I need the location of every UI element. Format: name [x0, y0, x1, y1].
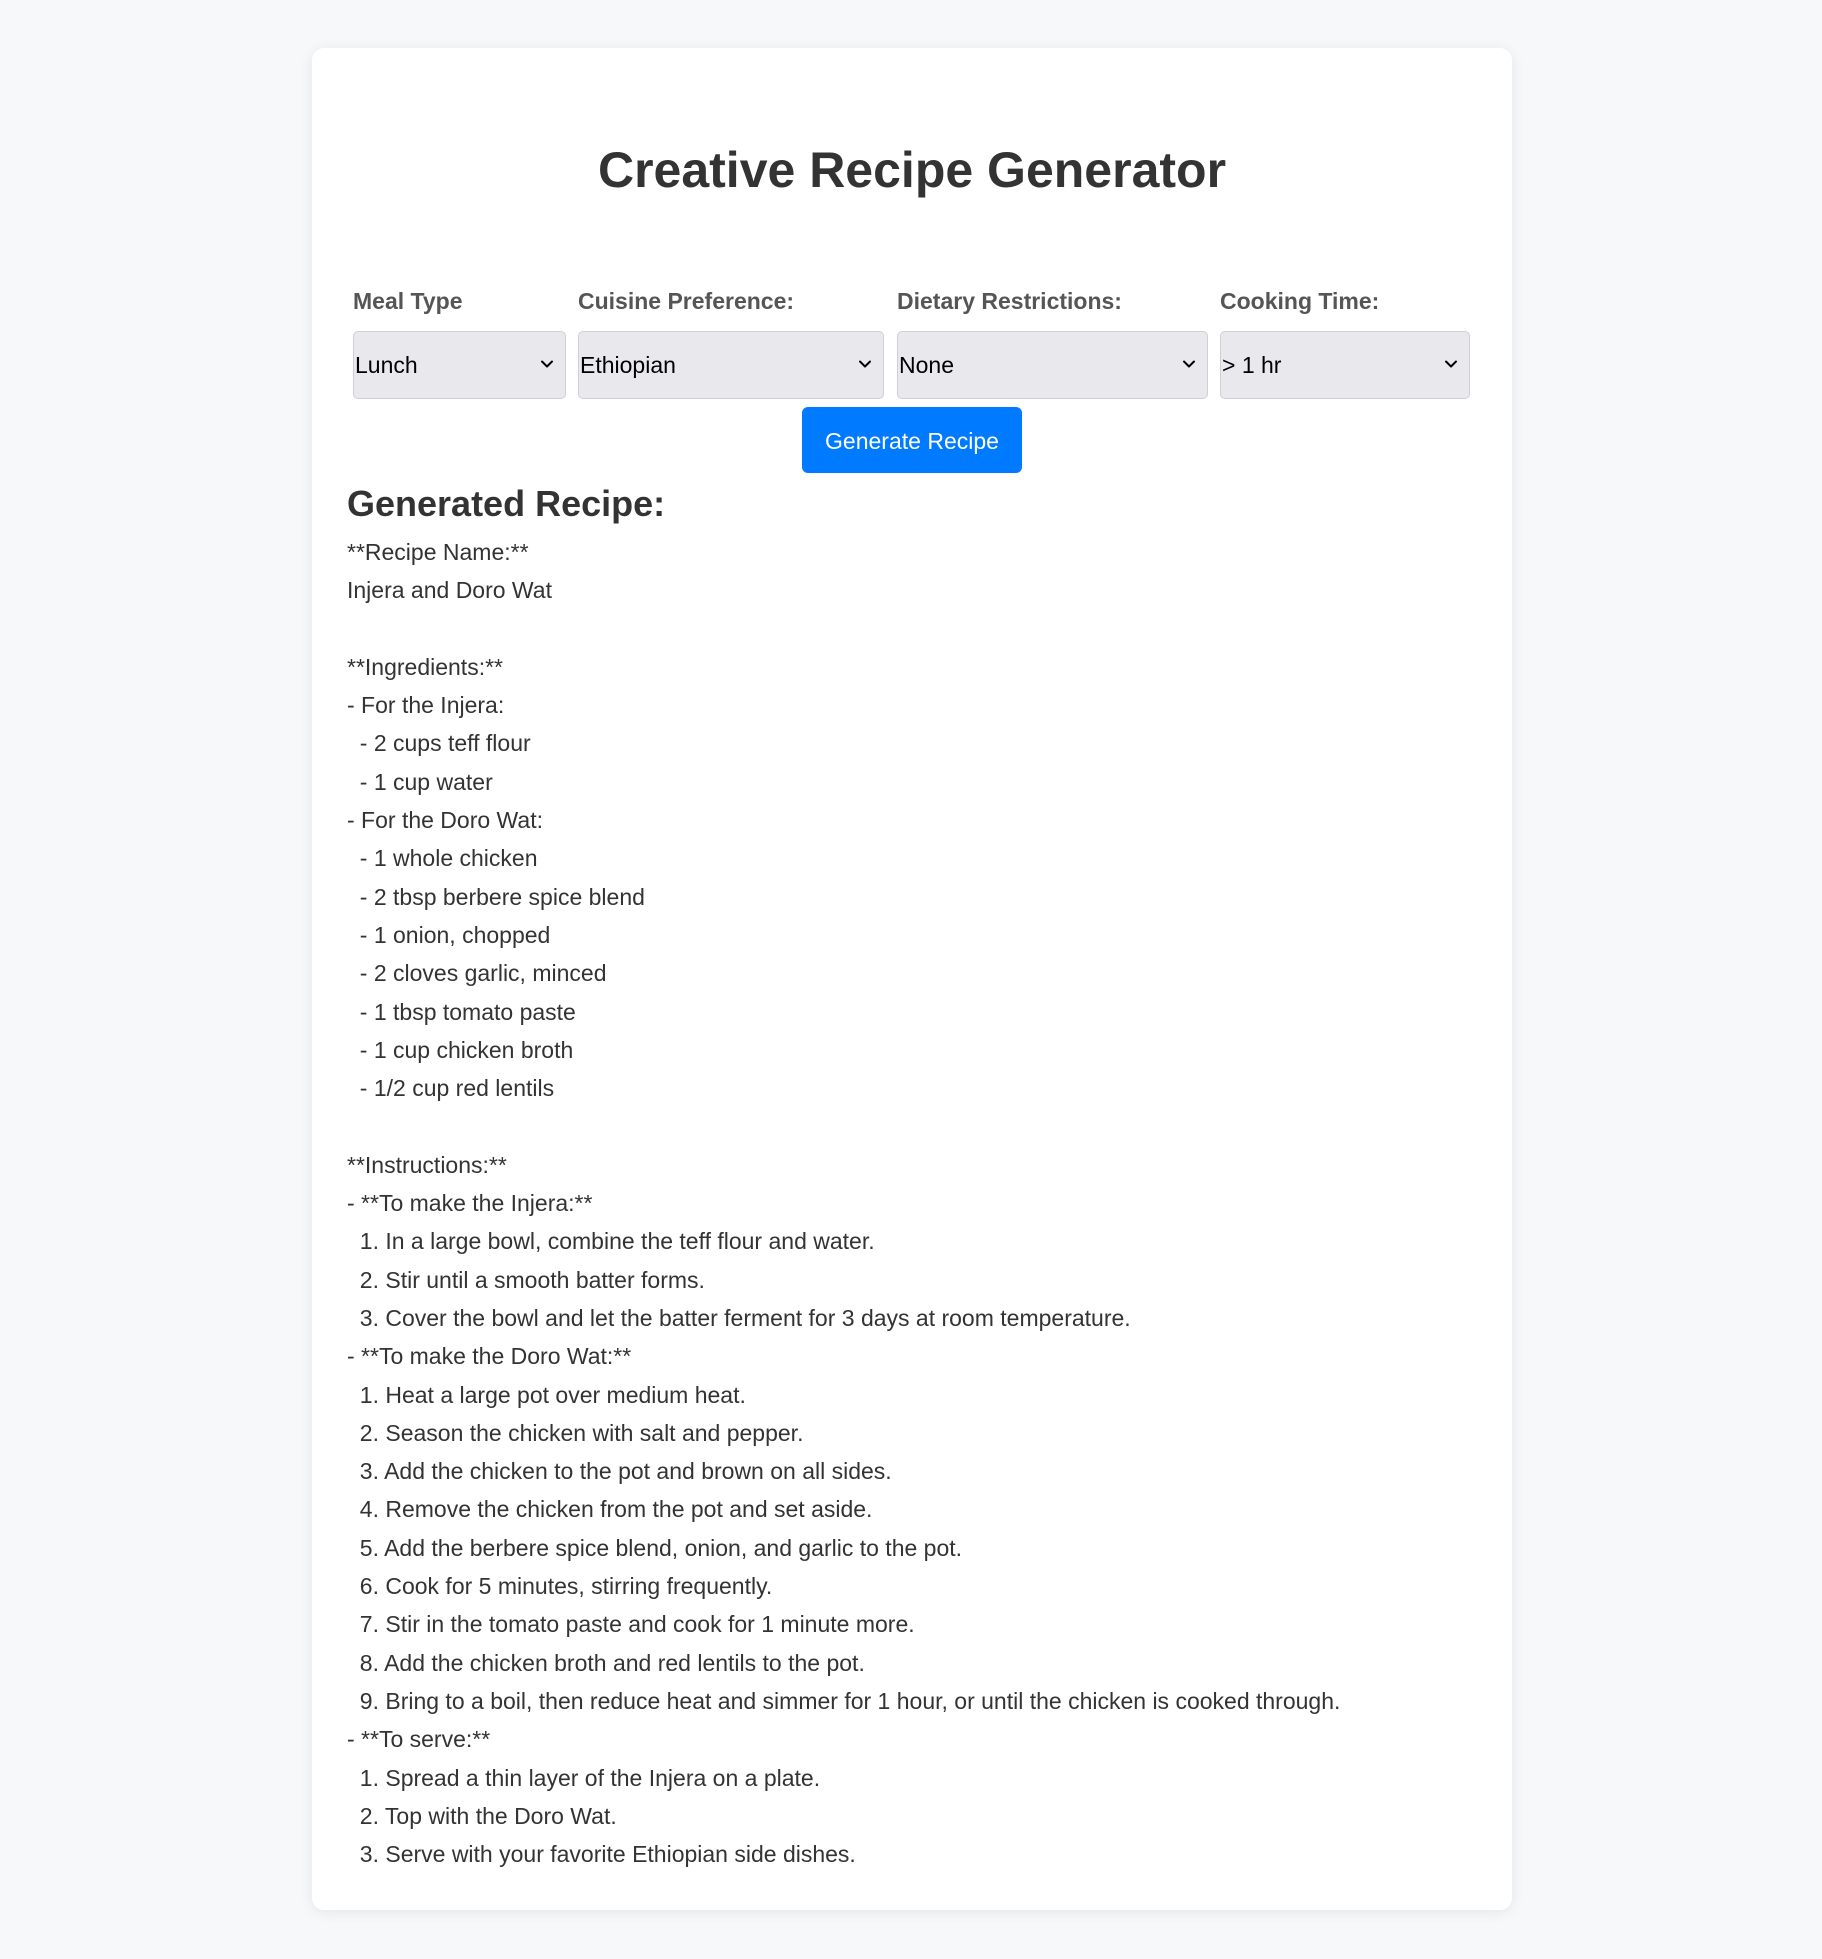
recipe-line: - 2 cloves garlic, minced: [347, 960, 607, 987]
recipe-line: 1. Spread a thin layer of the Injera on …: [347, 1764, 821, 1791]
meal-type-select[interactable]: Lunch: [353, 331, 566, 399]
meal-type-field: Meal Type Lunch: [353, 281, 566, 399]
recipe-line: 5. Add the berbere spice blend, onion, a…: [347, 1534, 963, 1561]
cooking-time-label: Cooking Time:: [1220, 288, 1380, 314]
recipe-line: 9. Bring to a boil, then reduce heat and…: [347, 1687, 1341, 1714]
recipe-line: 3. Serve with your favorite Ethiopian si…: [347, 1841, 856, 1868]
recipe-line: - **To make the Injera:**: [347, 1190, 593, 1217]
cooking-time-field: Cooking Time: > 1 hr: [1220, 281, 1470, 399]
recipe-line: - 2 tbsp berbere spice blend: [347, 883, 645, 910]
recipe-line: Injera and Doro Wat: [347, 577, 552, 604]
cooking-time-select[interactable]: > 1 hr: [1220, 331, 1470, 399]
recipe-line: - 2 cups teff flour: [347, 730, 531, 757]
meal-type-value: Lunch: [355, 352, 418, 378]
dietary-value: None: [899, 352, 954, 378]
recipe-line: 3. Cover the bowl and let the batter fer…: [347, 1304, 1131, 1331]
recipe-line: **Recipe Name:**: [347, 539, 529, 565]
recipe-line: [347, 610, 1477, 648]
recipe-line: 4. Remove the chicken from the pot and s…: [347, 1496, 873, 1523]
cuisine-value: Ethiopian: [580, 352, 676, 378]
generated-recipe-heading: Generated Recipe:: [347, 483, 666, 524]
recipe-line: 2. Stir until a smooth batter forms.: [347, 1266, 705, 1293]
generate-recipe-button[interactable]: Generate Recipe: [802, 407, 1022, 473]
recipe-line: 3. Add the chicken to the pot and brown …: [347, 1458, 892, 1485]
recipe-line: 8. Add the chicken broth and red lentils…: [347, 1649, 865, 1676]
recipe-line: 2. Top with the Doro Wat.: [347, 1802, 617, 1829]
chevron-down-icon: [1183, 360, 1195, 368]
recipe-line: 2. Season the chicken with salt and pepp…: [347, 1419, 804, 1446]
recipe-line: - **To make the Doro Wat:**: [347, 1343, 632, 1370]
recipe-output: **Recipe Name:** Injera and Doro Wat **Ing…: [347, 533, 1477, 1873]
recipe-line: **Instructions:**: [347, 1151, 507, 1178]
dietary-label: Dietary Restrictions:: [897, 288, 1122, 314]
recipe-card: Creative Recipe Generator Meal Type Lunc…: [312, 48, 1512, 1910]
chevron-down-icon: [859, 360, 871, 368]
recipe-line: - 1 cup chicken broth: [347, 1036, 574, 1063]
cuisine-select[interactable]: Ethiopian: [578, 331, 884, 399]
recipe-line: 7. Stir in the tomato paste and cook for…: [347, 1611, 915, 1638]
cooking-time-value: > 1 hr: [1222, 352, 1282, 378]
recipe-line: - 1/2 cup red lentils: [347, 1075, 555, 1102]
recipe-line: - 1 onion, chopped: [347, 921, 551, 948]
cuisine-field: Cuisine Preference: Ethiopian: [578, 281, 884, 399]
meal-type-label: Meal Type: [353, 288, 463, 314]
recipe-line: 1. Heat a large pot over medium heat.: [347, 1381, 746, 1408]
recipe-line: [347, 1107, 1477, 1145]
recipe-line: - 1 cup water: [347, 768, 493, 795]
recipe-line: **Ingredients:**: [347, 653, 503, 680]
recipe-line: - 1 tbsp tomato paste: [347, 998, 576, 1025]
recipe-line: - For the Doro Wat:: [347, 807, 543, 834]
recipe-line: - 1 whole chicken: [347, 845, 538, 872]
cuisine-label: Cuisine Preference:: [578, 288, 795, 314]
page-title: Creative Recipe Generator: [597, 142, 1227, 198]
dietary-select[interactable]: None: [897, 331, 1208, 399]
chevron-down-icon: [1445, 360, 1457, 368]
recipe-line: 1. In a large bowl, combine the teff flo…: [347, 1228, 875, 1255]
chevron-down-icon: [541, 360, 553, 368]
recipe-line: 6. Cook for 5 minutes, stirring frequent…: [347, 1573, 773, 1600]
recipe-line: - **To serve:**: [347, 1726, 491, 1753]
recipe-line: - For the Injera:: [347, 692, 505, 719]
dietary-field: Dietary Restrictions: None: [897, 281, 1208, 399]
